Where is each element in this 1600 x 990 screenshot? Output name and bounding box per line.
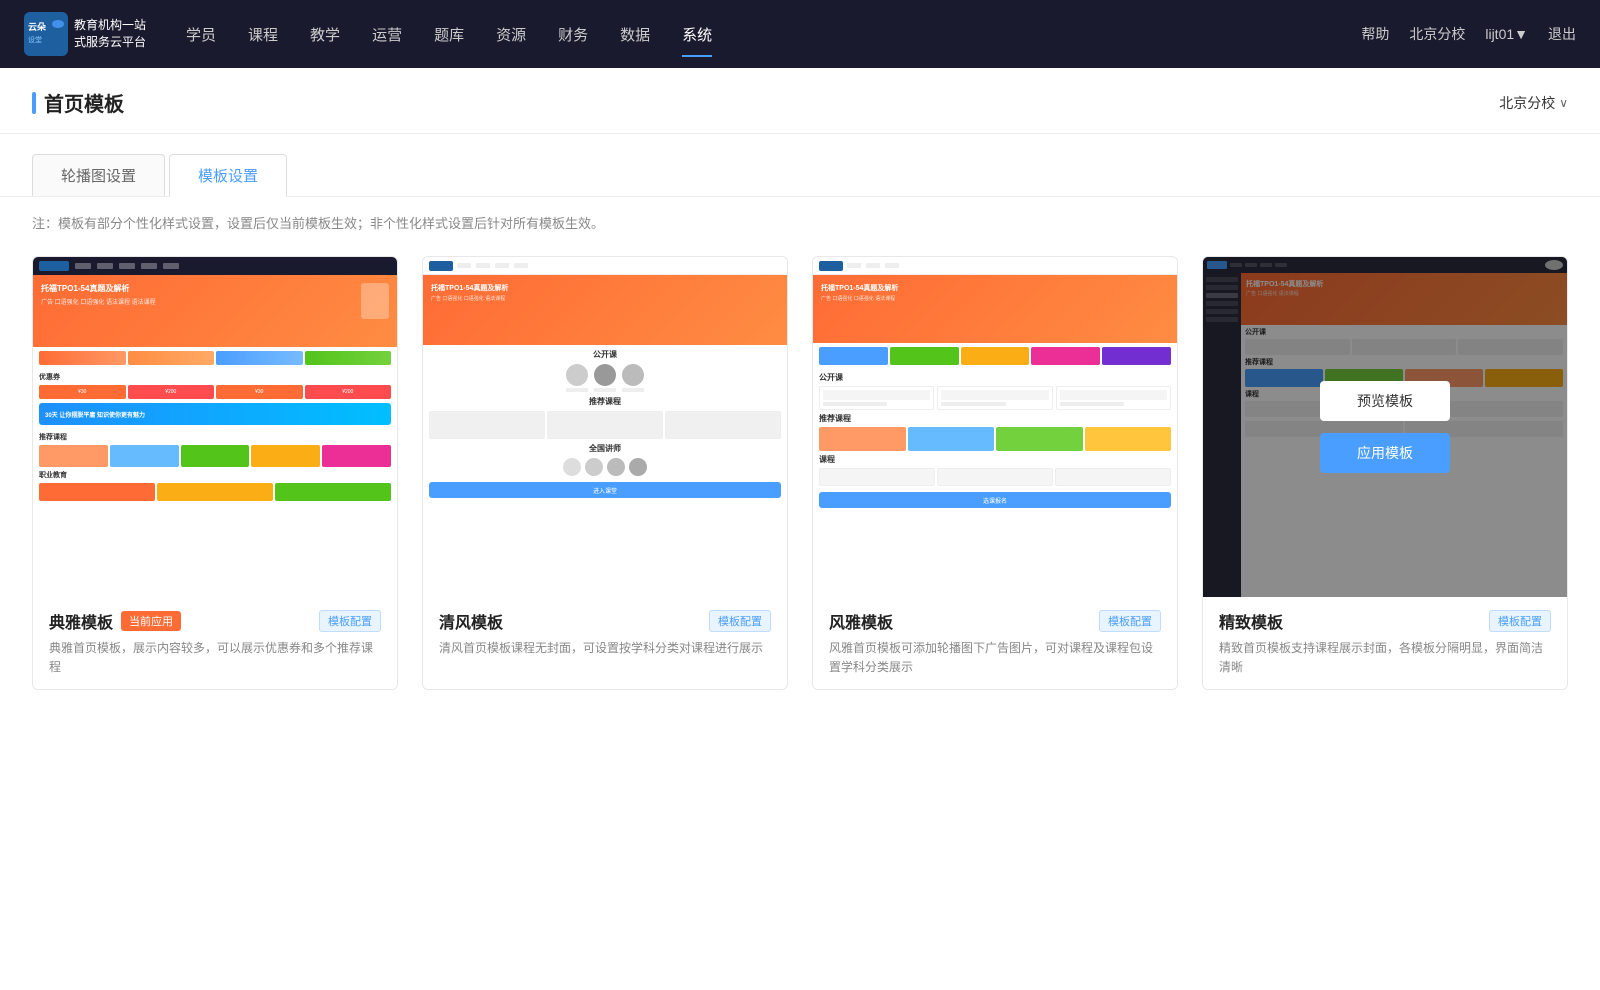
page-container: 首页模板 北京分校 ∨ 轮播图设置 模板设置 注：模板有部分个性化样式设置，设置… bbox=[0, 68, 1600, 990]
template-name-t4: 精致模板 bbox=[1219, 609, 1283, 633]
tabs-container: 轮播图设置 模板设置 bbox=[0, 134, 1600, 197]
preview-button-t4[interactable]: 预览模板 bbox=[1320, 381, 1450, 421]
template-name-t2: 清风模板 bbox=[439, 609, 503, 633]
template-desc-t2: 清风首页模板课程无封面，可设置按学科分类对课程进行展示 bbox=[439, 639, 771, 658]
template-preview-t2: 托福TPO1-54真题及解析 广告 口语强化 口语强化 语法课程 公开课 bbox=[423, 257, 787, 597]
nav-students[interactable]: 学员 bbox=[186, 20, 216, 49]
nav-teaching[interactable]: 教学 bbox=[310, 20, 340, 49]
page-title: 首页模板 bbox=[32, 88, 124, 117]
templates-grid: 托福TPO1-54真题及解析 广告 口语强化 口语强化 语法课程 语法课程 优惠… bbox=[0, 248, 1600, 722]
notice-bar: 注：模板有部分个性化样式设置，设置后仅当前模板生效；非个性化样式设置后针对所有模… bbox=[0, 197, 1600, 248]
config-button-t3[interactable]: 模板配置 bbox=[1099, 610, 1161, 632]
nav-menu: 学员 课程 教学 运营 题库 资源 财务 数据 系统 bbox=[186, 20, 1361, 49]
logo-icon: 云朵 设堂 bbox=[24, 12, 68, 56]
logout-button[interactable]: 退出 bbox=[1548, 24, 1576, 44]
template-card-t3: 托福TPO1-54真题及解析 广告 口语强化 口语强化 语法课程 公开课 bbox=[812, 256, 1178, 690]
svg-text:设堂: 设堂 bbox=[28, 35, 42, 44]
nav-finance[interactable]: 财务 bbox=[558, 20, 588, 49]
template-info-t3: 风雅模板 模板配置 风雅首页模板可添加轮播图下广告图片，可对课程及课程包设置学科… bbox=[813, 597, 1177, 689]
template-preview-t1: 托福TPO1-54真题及解析 广告 口语强化 口语强化 语法课程 语法课程 优惠… bbox=[33, 257, 397, 597]
template-desc-t4: 精致首页模板支持课程展示封面，各模板分隔明显，界面简洁清晰 bbox=[1219, 639, 1551, 677]
template-card-t1: 托福TPO1-54真题及解析 广告 口语强化 口语强化 语法课程 语法课程 优惠… bbox=[32, 256, 398, 690]
template-info-t2: 清风模板 模板配置 清风首页模板课程无封面，可设置按学科分类对课程进行展示 bbox=[423, 597, 787, 670]
template-card-t2: 托福TPO1-54真题及解析 广告 口语强化 口语强化 语法课程 公开课 bbox=[422, 256, 788, 690]
nav-resources[interactable]: 资源 bbox=[496, 20, 526, 49]
nav-courses[interactable]: 课程 bbox=[248, 20, 278, 49]
svg-text:云朵: 云朵 bbox=[28, 22, 47, 32]
config-button-t2[interactable]: 模板配置 bbox=[709, 610, 771, 632]
logo-text: 教育机构一站 式服务云平台 bbox=[74, 17, 146, 51]
nav-data[interactable]: 数据 bbox=[620, 20, 650, 49]
template-overlay-t4: 预览模板 应用模板 bbox=[1203, 257, 1567, 597]
nav-operations[interactable]: 运营 bbox=[372, 20, 402, 49]
apply-button-t4[interactable]: 应用模板 bbox=[1320, 433, 1450, 473]
page-header: 首页模板 北京分校 ∨ bbox=[0, 68, 1600, 134]
navbar: 云朵 设堂 教育机构一站 式服务云平台 学员 课程 教学 运营 题库 资源 财务… bbox=[0, 0, 1600, 68]
tab-slideshow[interactable]: 轮播图设置 bbox=[32, 154, 165, 196]
help-link[interactable]: 帮助 bbox=[1361, 24, 1389, 44]
config-button-t1[interactable]: 模板配置 bbox=[319, 610, 381, 632]
template-preview-t4: 托福TPO1-54真题及解析 广告 口语强化 语法课程 公开课 bbox=[1203, 257, 1567, 597]
template-desc-t3: 风雅首页模板可添加轮播图下广告图片，可对课程及课程包设置学科分类展示 bbox=[829, 639, 1161, 677]
config-button-t4[interactable]: 模板配置 bbox=[1489, 610, 1551, 632]
chevron-down-icon: ∨ bbox=[1559, 96, 1568, 110]
nav-questions[interactable]: 题库 bbox=[434, 20, 464, 49]
template-desc-t1: 典雅首页模板，展示内容较多，可以展示优惠券和多个推荐课程 bbox=[49, 639, 381, 677]
nav-system[interactable]: 系统 bbox=[682, 20, 712, 49]
user-menu[interactable]: lijt01▼ bbox=[1485, 26, 1528, 42]
current-badge-t1: 当前应用 bbox=[121, 611, 181, 631]
navbar-right: 帮助 北京分校 lijt01▼ 退出 bbox=[1361, 24, 1576, 44]
template-info-t4: 精致模板 模板配置 精致首页模板支持课程展示封面，各模板分隔明显，界面简洁清晰 bbox=[1203, 597, 1567, 689]
branch-selector[interactable]: 北京分校 ∨ bbox=[1499, 93, 1568, 113]
template-name-t3: 风雅模板 bbox=[829, 609, 893, 633]
tabs: 轮播图设置 模板设置 bbox=[32, 154, 1568, 196]
branch-name[interactable]: 北京分校 bbox=[1409, 24, 1465, 44]
template-card-t4: 托福TPO1-54真题及解析 广告 口语强化 语法课程 公开课 bbox=[1202, 256, 1568, 690]
template-name-t1: 典雅模板 bbox=[49, 609, 113, 633]
logo[interactable]: 云朵 设堂 教育机构一站 式服务云平台 bbox=[24, 12, 146, 56]
tab-template[interactable]: 模板设置 bbox=[169, 154, 287, 197]
template-preview-t3: 托福TPO1-54真题及解析 广告 口语强化 口语强化 语法课程 公开课 bbox=[813, 257, 1177, 597]
template-info-t1: 典雅模板 当前应用 模板配置 典雅首页模板，展示内容较多，可以展示优惠券和多个推… bbox=[33, 597, 397, 689]
